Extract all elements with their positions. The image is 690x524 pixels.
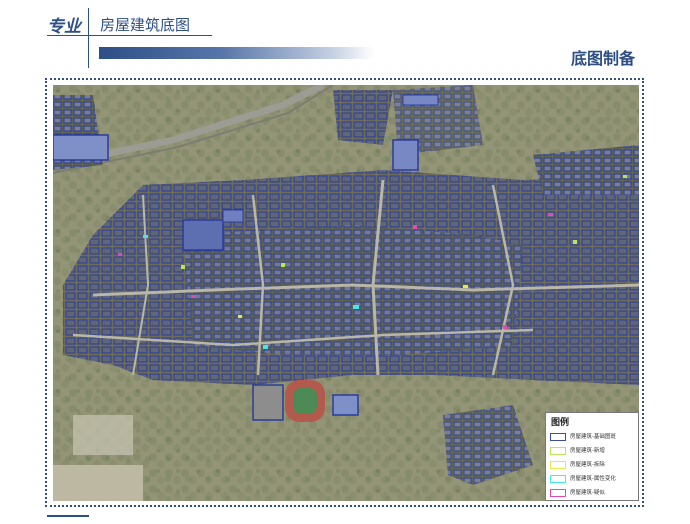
legend-label: 房屋建筑-基础图斑 [570, 434, 616, 440]
legend-label: 房屋建筑-新增 [570, 448, 605, 454]
legend-item-suspected: 房屋建筑-疑似 [550, 487, 638, 499]
category-tag: 专业 [47, 17, 81, 37]
legend-item-new: 房屋建筑-新增 [550, 445, 638, 457]
legend-swatch [550, 447, 566, 455]
legend-swatch [550, 461, 566, 469]
header-divider [88, 8, 89, 68]
legend-title: 图例 [551, 418, 570, 428]
legend-label: 房屋建筑-拆除 [570, 462, 605, 468]
header-underline [47, 35, 212, 36]
legend-swatch [550, 475, 566, 483]
legend-item-changed: 房屋建筑-属性变化 [550, 473, 638, 485]
legend-label: 房屋建筑-疑似 [570, 490, 605, 496]
section-title: 底图制备 [570, 49, 635, 68]
topic-title: 房屋建筑底图 [100, 16, 191, 34]
legend-swatch [550, 433, 566, 441]
footer-line [47, 515, 89, 517]
legend-item-demolished: 房屋建筑-拆除 [550, 459, 638, 471]
legend-item-base: 房屋建筑-基础图斑 [550, 431, 638, 443]
legend-swatch [550, 489, 566, 497]
legend-label: 房屋建筑-属性变化 [570, 476, 616, 482]
gradient-bar [99, 47, 374, 59]
map-legend: 图例 房屋建筑-基础图斑 房屋建筑-新增 房屋建筑-拆除 房屋建筑-属性变化 房… [545, 412, 639, 501]
